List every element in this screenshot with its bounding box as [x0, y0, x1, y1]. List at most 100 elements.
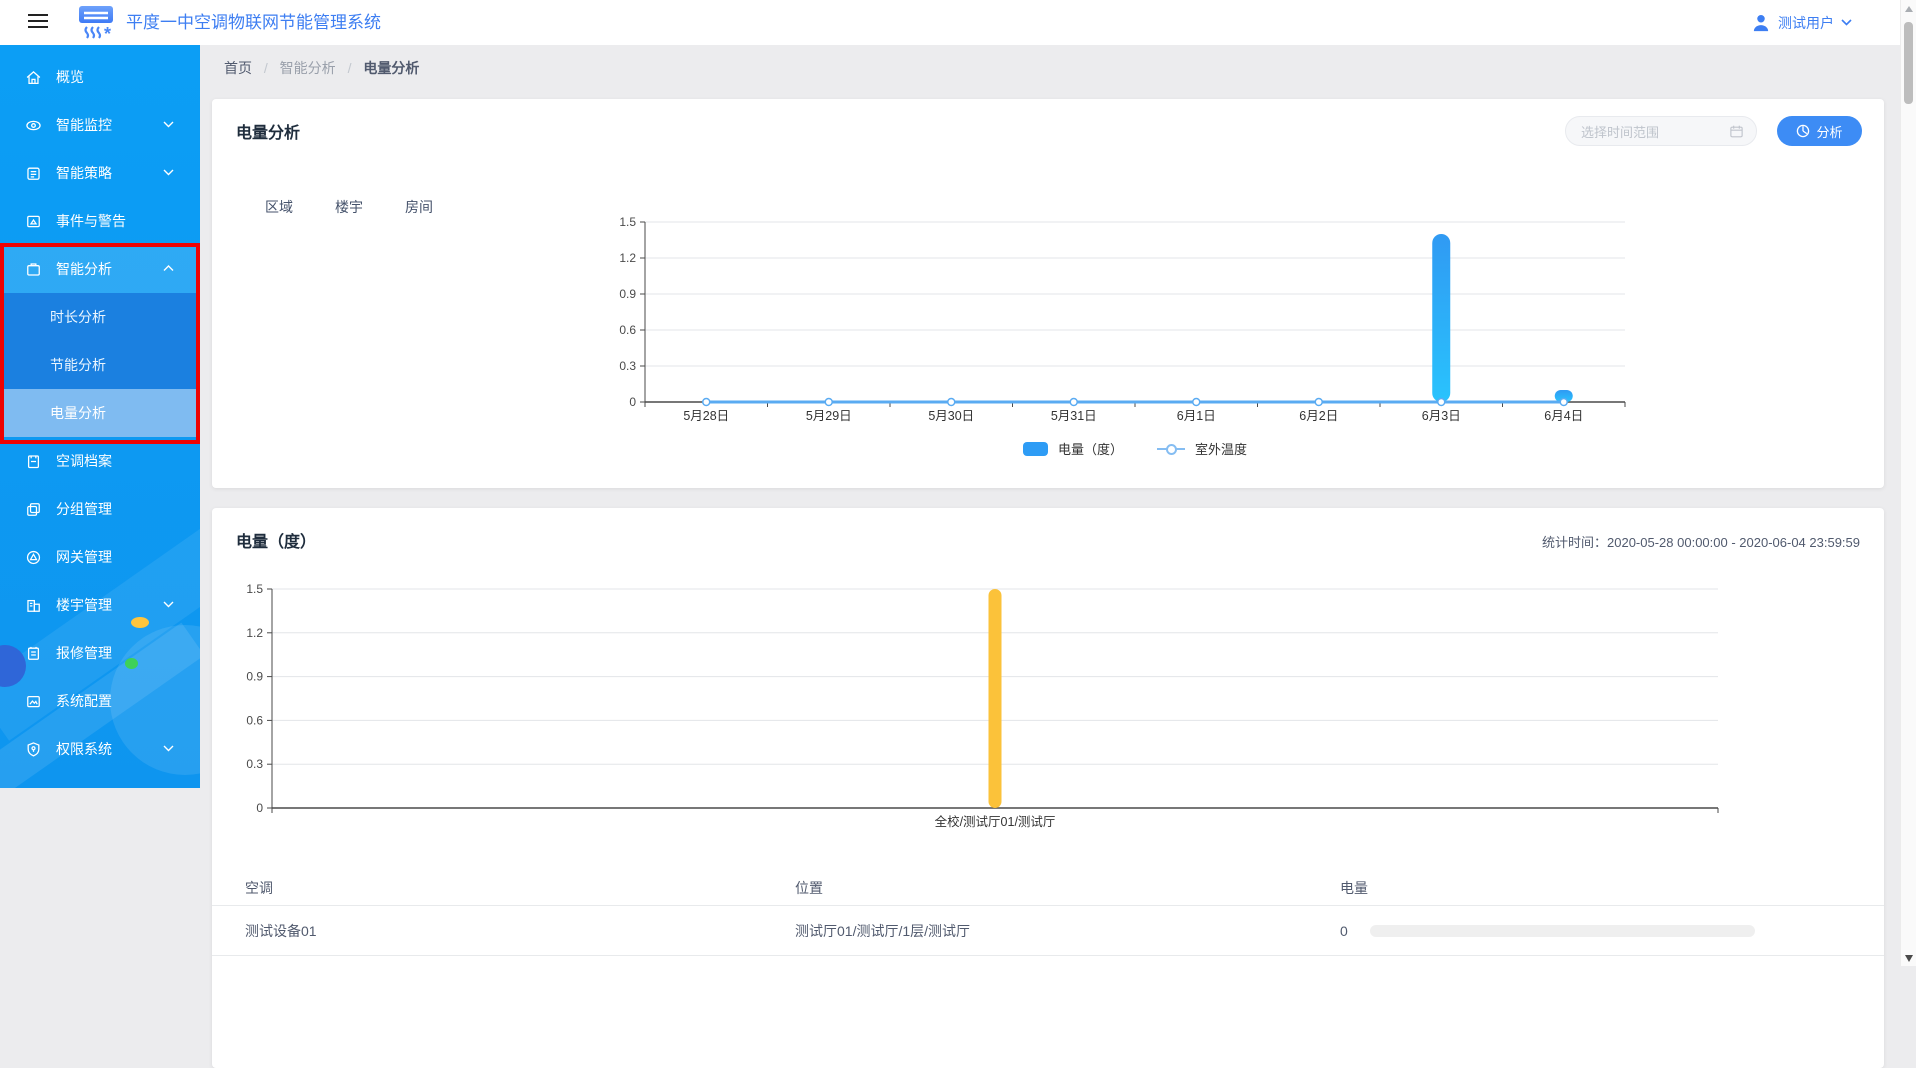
sidebar-item-label: 网关管理: [56, 547, 112, 567]
legend-bar-label[interactable]: 电量（度）: [1058, 439, 1123, 458]
user-menu[interactable]: 测试用户: [1751, 0, 1852, 45]
table-header-row: 空调 位置 电量: [212, 870, 1884, 906]
analyze-button[interactable]: 分析: [1777, 116, 1862, 146]
tab-region[interactable]: 区域: [265, 197, 293, 217]
scrollbar-down-arrow-icon[interactable]: [1905, 955, 1913, 962]
date-range-placeholder: 选择时间范围: [1581, 122, 1729, 141]
svg-text:6月2日: 6月2日: [1299, 409, 1338, 423]
sidebar-item-monitor[interactable]: 智能监控: [0, 101, 200, 149]
energy-table: 空调 位置 电量 测试设备01 测试厅01/测试厅/1层/测试厅 0: [212, 870, 1884, 956]
sidebar-item-label: 智能分析: [56, 259, 112, 279]
svg-text:1.2: 1.2: [246, 626, 263, 640]
chevron-down-icon: [163, 745, 174, 752]
tab-building[interactable]: 楼宇: [335, 197, 363, 217]
sidebar-menu: 概览 智能监控 智能策略 事件与警告 智能分析: [0, 53, 200, 773]
sidebar-subitem-electricity-analysis[interactable]: 电量分析: [0, 389, 200, 437]
svg-text:0.9: 0.9: [246, 670, 263, 684]
energy-progress-track: [1370, 925, 1755, 937]
svg-text:1.2: 1.2: [619, 251, 636, 265]
shield-icon: [25, 741, 42, 758]
sidebar-item-ac-archive[interactable]: 空调档案: [0, 437, 200, 485]
sidebar-item-building-management[interactable]: 楼宇管理: [0, 581, 200, 629]
breadcrumb: 首页 / 智能分析 / 电量分析: [224, 58, 419, 78]
stats-time-value: 2020-05-28 00:00:00 - 2020-06-04 23:59:5…: [1607, 535, 1860, 550]
date-range-input[interactable]: 选择时间范围: [1565, 116, 1757, 146]
column-header-energy: 电量: [1340, 878, 1368, 898]
sidebar-item-label: 分组管理: [56, 499, 112, 519]
breadcrumb-separator: /: [348, 60, 352, 76]
energy-by-location-chart: 00.30.60.91.21.5全校/测试厅01/测试厅: [212, 508, 1884, 848]
home-icon: [25, 69, 42, 86]
analyze-pie-icon: [1796, 124, 1810, 138]
legend-line-label[interactable]: 室外温度: [1195, 439, 1247, 458]
sidebar-item-group-management[interactable]: 分组管理: [0, 485, 200, 533]
energy-detail-card: 电量（度） 统计时间：2020-05-28 00:00:00 - 2020-06…: [212, 508, 1884, 1068]
vertical-scrollbar[interactable]: [1900, 0, 1916, 966]
sidebar-item-analysis[interactable]: 智能分析: [0, 245, 200, 293]
analysis-card: 电量分析 选择时间范围 分析 区域 楼宇 房间 00.30.60.91.21.5…: [212, 99, 1884, 488]
svg-text:0.6: 0.6: [246, 713, 263, 727]
sidebar-item-gateway-management[interactable]: 网关管理: [0, 533, 200, 581]
svg-text:0.3: 0.3: [246, 757, 263, 771]
column-header-location: 位置: [795, 878, 823, 898]
archive-icon: [25, 453, 42, 470]
card-title: 电量（度）: [236, 528, 316, 552]
svg-text:5月30日: 5月30日: [928, 409, 974, 423]
gateway-icon: [25, 549, 42, 566]
svg-text:0.3: 0.3: [619, 359, 636, 373]
svg-text:5月31日: 5月31日: [1051, 409, 1097, 423]
table-row[interactable]: 测试设备01 测试厅01/测试厅/1层/测试厅 0: [212, 906, 1884, 956]
chevron-up-icon: [163, 265, 174, 272]
breadcrumb-current: 电量分析: [363, 60, 419, 76]
sidebar-subitem-duration-analysis[interactable]: 时长分析: [0, 293, 200, 341]
sidebar-item-permission-system[interactable]: 权限系统: [0, 725, 200, 773]
sidebar-item-label: 概览: [56, 67, 84, 87]
alert-icon: [25, 213, 42, 230]
sidebar-item-label: 报修管理: [56, 643, 112, 663]
user-avatar-icon: [1751, 13, 1771, 33]
stats-time-label: 统计时间：: [1542, 535, 1607, 550]
svg-text:*: *: [104, 24, 111, 44]
sidebar-item-repair-management[interactable]: 报修管理: [0, 629, 200, 677]
svg-text:0.6: 0.6: [619, 323, 636, 337]
breadcrumb-section: 智能分析: [280, 60, 336, 76]
svg-text:6月4日: 6月4日: [1544, 409, 1583, 423]
svg-text:0: 0: [629, 395, 636, 409]
chevron-down-icon: [163, 169, 174, 176]
svg-text:6月1日: 6月1日: [1177, 409, 1216, 423]
group-icon: [25, 501, 42, 518]
sidebar-item-label: 楼宇管理: [56, 595, 112, 615]
sidebar-item-system-config[interactable]: 系统配置: [0, 677, 200, 725]
eye-icon: [25, 117, 42, 134]
menu-toggle-icon[interactable]: [28, 14, 48, 30]
column-header-ac: 空调: [245, 878, 273, 898]
sidebar-item-label: 节能分析: [50, 355, 106, 375]
chart-legend: 电量（度） 室外温度: [645, 439, 1625, 458]
svg-text:1.5: 1.5: [246, 582, 263, 596]
scrollbar-thumb[interactable]: [1904, 22, 1913, 104]
sidebar-item-events-alerts[interactable]: 事件与警告: [0, 197, 200, 245]
breadcrumb-separator: /: [264, 60, 268, 76]
main-content: 首页 / 智能分析 / 电量分析 电量分析 选择时间范围 分析 区域 楼宇 房间…: [200, 45, 1900, 966]
sidebar-item-overview[interactable]: 概览: [0, 53, 200, 101]
svg-text:1.5: 1.5: [619, 215, 636, 229]
scope-tabs: 区域 楼宇 房间: [265, 197, 433, 217]
svg-text:6月3日: 6月3日: [1422, 409, 1461, 423]
legend-line-marker[interactable]: [1157, 448, 1185, 450]
tab-room[interactable]: 房间: [405, 197, 433, 217]
config-icon: [25, 693, 42, 710]
scrollbar-up-arrow-icon[interactable]: [1905, 6, 1913, 12]
cell-location: 测试厅01/测试厅/1层/测试厅: [795, 921, 970, 941]
breadcrumb-home[interactable]: 首页: [224, 60, 252, 76]
sidebar: 概览 智能监控 智能策略 事件与警告 智能分析: [0, 45, 200, 788]
card-title: 电量分析: [236, 119, 300, 143]
sidebar-item-label: 电量分析: [50, 403, 106, 423]
sidebar-item-strategy[interactable]: 智能策略: [0, 149, 200, 197]
legend-bar-swatch[interactable]: [1023, 442, 1048, 456]
sidebar-subitem-energy-saving-analysis[interactable]: 节能分析: [0, 341, 200, 389]
svg-text:全校/测试厅01/测试厅: 全校/测试厅01/测试厅: [935, 814, 1056, 829]
analysis-submenu: 时长分析 节能分析 电量分析: [0, 293, 200, 437]
chevron-down-icon: [1841, 19, 1852, 26]
svg-text:5月29日: 5月29日: [806, 409, 852, 423]
app-title: 平度一中空调物联网节能管理系统: [126, 0, 381, 45]
